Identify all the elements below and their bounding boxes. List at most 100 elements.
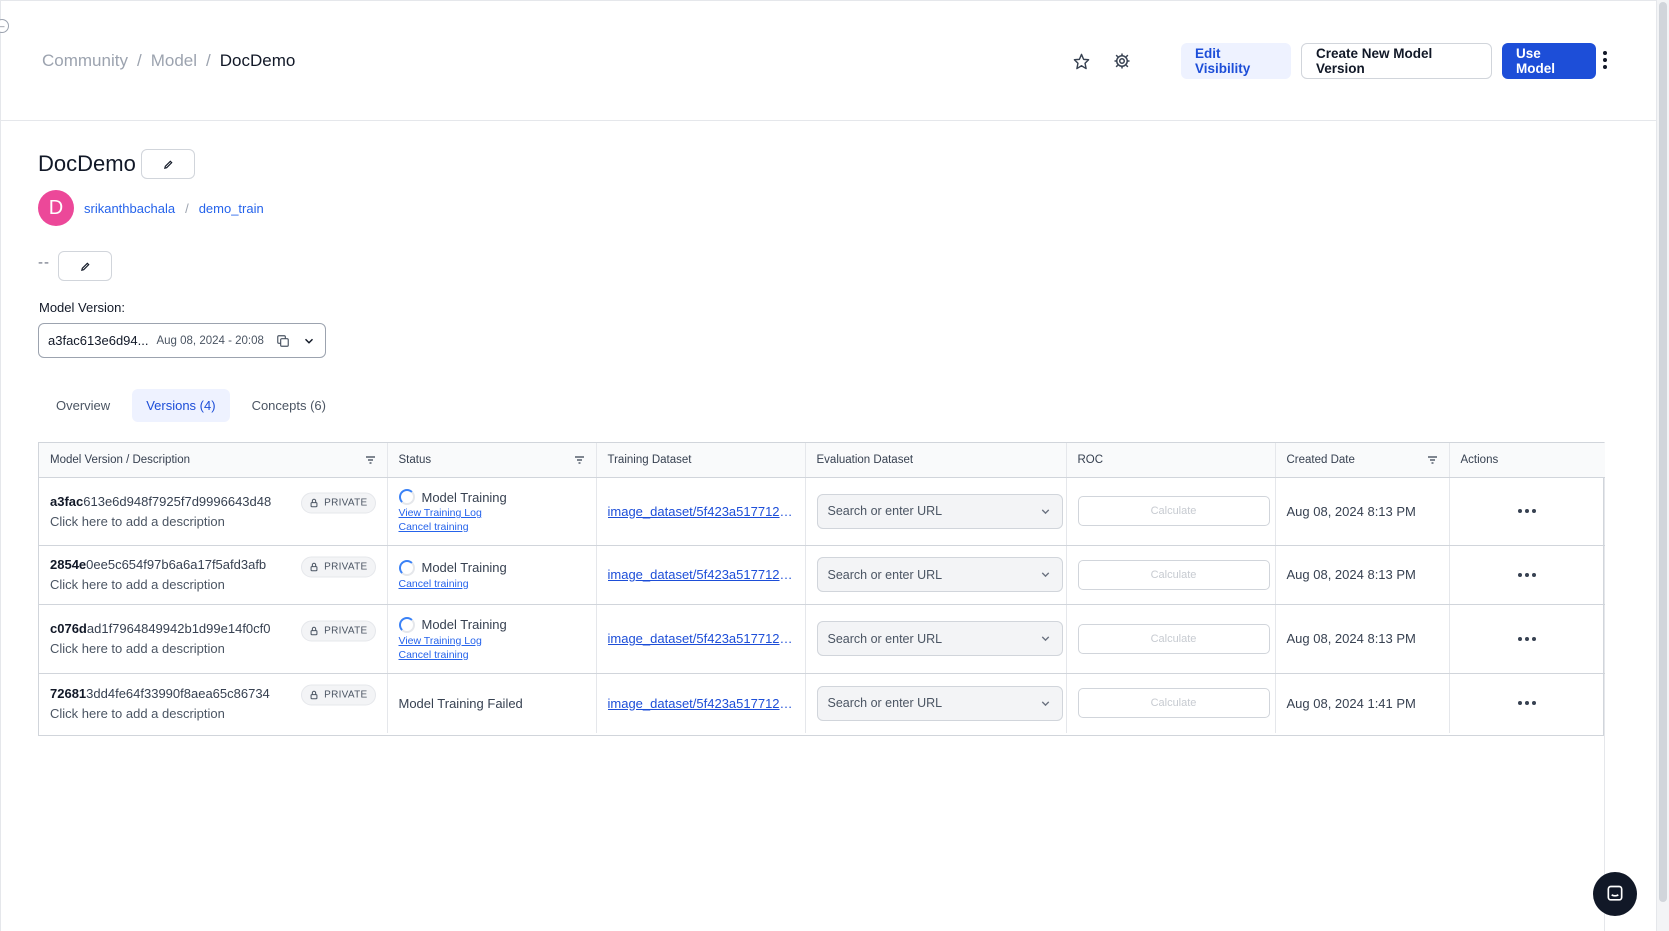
column-header-label: Status: [398, 453, 432, 466]
evaluation-dataset-select[interactable]: Search or enter URL: [816, 685, 1063, 721]
breadcrumb-separator: /: [136, 51, 142, 70]
spinner-icon: [398, 559, 415, 576]
training-dataset-cell: image_dataset/5f423a5177124...: [596, 545, 806, 605]
model-title: DocDemo: [38, 151, 136, 176]
breadcrumb-model[interactable]: Model: [151, 51, 197, 71]
settings-button[interactable]: [1107, 46, 1137, 76]
edit-title-button[interactable]: [141, 149, 195, 179]
evaluation-dataset-select[interactable]: Search or enter URL: [816, 493, 1063, 529]
calculate-roc-button[interactable]: Calculate: [1077, 496, 1270, 526]
model-version-label: Model Version:: [39, 300, 125, 315]
page-scrollbar[interactable]: [1656, 0, 1669, 931]
lock-icon: [310, 562, 318, 571]
chevron-down-icon: [1041, 636, 1049, 642]
edit-visibility-button[interactable]: Edit Visibility: [1181, 43, 1291, 79]
cancel-training-link[interactable]: Cancel training: [399, 521, 585, 533]
calculate-roc-button[interactable]: Calculate: [1077, 688, 1270, 719]
column-header[interactable]: Created Date: [1275, 443, 1450, 478]
roc-cell: Calculate: [1066, 673, 1276, 733]
tab-concepts[interactable]: Concepts (6): [238, 389, 340, 422]
model-version-select[interactable]: a3fac613e6d94... Aug 08, 2024 - 20:08: [38, 323, 326, 358]
evaluation-dataset-placeholder: Search or enter URL: [827, 567, 943, 582]
avatar: D: [38, 190, 74, 226]
calculate-roc-button[interactable]: Calculate: [1077, 623, 1270, 654]
more-horizontal-icon[interactable]: [1461, 636, 1595, 641]
star-button[interactable]: [1066, 46, 1096, 76]
tab-overview[interactable]: Overview: [42, 389, 124, 422]
training-dataset-link[interactable]: image_dataset/5f423a5177124...: [608, 631, 794, 646]
actions-cell: [1449, 477, 1605, 546]
chevron-down-icon: [1041, 701, 1049, 706]
spinner-icon: [398, 616, 415, 633]
status-cell: Model Training View Training Log Cancel …: [387, 477, 597, 546]
model-description: --: [38, 254, 50, 271]
chevron-down-icon: [1041, 508, 1049, 514]
use-model-button[interactable]: Use Model: [1502, 43, 1596, 79]
breadcrumb-community[interactable]: Community: [42, 51, 128, 71]
lock-icon: [310, 498, 318, 508]
roc-cell: Calculate: [1066, 477, 1276, 546]
created-date: Aug 08, 2024 8:13 PM: [1275, 604, 1450, 674]
chat-launcher-button[interactable]: [1593, 872, 1637, 916]
version-description[interactable]: Click here to add a description: [50, 641, 376, 656]
more-horizontal-icon[interactable]: [1461, 572, 1595, 577]
column-header: Evaluation Dataset: [805, 443, 1067, 478]
gear-icon: [1114, 53, 1130, 69]
created-date: Aug 08, 2024 8:13 PM: [1275, 477, 1450, 546]
version-cell: 726813dd4fe64f33990f8aea65c86734 Click h…: [39, 673, 388, 733]
column-header[interactable]: Model Version / Description: [39, 443, 388, 478]
selected-version-id: a3fac613e6d94...: [48, 333, 149, 348]
column-header[interactable]: Status: [387, 443, 597, 478]
version-description[interactable]: Click here to add a description: [50, 577, 376, 592]
copy-icon[interactable]: [276, 334, 290, 348]
actions-cell: [1449, 673, 1605, 733]
owner-link[interactable]: srikanthbachala: [84, 201, 175, 216]
filter-icon[interactable]: [1426, 454, 1439, 466]
chat-icon: [1607, 885, 1623, 901]
version-cell: 2854e0ee5c654f97b6a6a17f5afd3afb Click h…: [39, 545, 388, 605]
lock-icon: [310, 691, 318, 700]
pencil-icon: [80, 261, 90, 271]
actions-cell: [1449, 545, 1605, 605]
evaluation-dataset-placeholder: Search or enter URL: [827, 696, 943, 711]
training-dataset-cell: image_dataset/5f423a5177124...: [596, 604, 806, 674]
pencil-icon: [163, 159, 173, 169]
app-link[interactable]: demo_train: [199, 201, 264, 216]
edit-description-button[interactable]: [58, 251, 112, 281]
scrollbar-thumb[interactable]: [1659, 2, 1667, 902]
column-header-label: Created Date: [1286, 453, 1355, 466]
create-model-version-button[interactable]: Create New Model Version: [1301, 43, 1492, 79]
spinner-icon: [398, 489, 415, 505]
calculate-roc-button[interactable]: Calculate: [1077, 559, 1270, 590]
owner-row: D srikanthbachala / demo_train: [38, 190, 264, 226]
page-header: Community / Model / DocDemo Edit Visibil…: [1, 1, 1657, 121]
private-badge: PRIVATE: [301, 556, 376, 577]
filter-icon[interactable]: [364, 454, 377, 466]
more-vertical-icon[interactable]: [1598, 47, 1612, 73]
version-description[interactable]: Click here to add a description: [50, 514, 376, 529]
view-training-log-link[interactable]: View Training Log: [399, 635, 585, 647]
view-training-log-link[interactable]: View Training Log: [399, 507, 585, 519]
tab-versions[interactable]: Versions (4): [132, 389, 230, 422]
training-dataset-link[interactable]: image_dataset/5f423a5177124...: [608, 567, 794, 582]
private-badge: PRIVATE: [301, 492, 376, 514]
chevron-down-icon: [302, 334, 316, 348]
cancel-training-link[interactable]: Cancel training: [399, 649, 585, 661]
training-dataset-link[interactable]: image_dataset/5f423a5177124...: [608, 696, 794, 711]
more-horizontal-icon[interactable]: [1461, 509, 1595, 513]
training-dataset-cell: image_dataset/5f423a5177124...: [596, 673, 806, 733]
more-horizontal-icon[interactable]: [1461, 701, 1595, 706]
owner-separator: /: [185, 200, 189, 216]
app-frame: – Community / Model / DocDemo Edit Visib…: [0, 0, 1657, 931]
table-header-row: Model Version / Description Status Train…: [39, 443, 1605, 478]
evaluation-dataset-select[interactable]: Search or enter URL: [816, 621, 1063, 656]
private-badge: PRIVATE: [301, 620, 376, 641]
column-header: Training Dataset: [596, 443, 806, 478]
cancel-training-link[interactable]: Cancel training: [399, 578, 585, 590]
lock-icon: [310, 626, 318, 635]
version-description[interactable]: Click here to add a description: [50, 706, 376, 721]
evaluation-dataset-select[interactable]: Search or enter URL: [816, 557, 1063, 592]
filter-icon[interactable]: [573, 454, 586, 466]
training-dataset-link[interactable]: image_dataset/5f423a5177124...: [608, 504, 794, 519]
star-icon: [1073, 53, 1089, 69]
